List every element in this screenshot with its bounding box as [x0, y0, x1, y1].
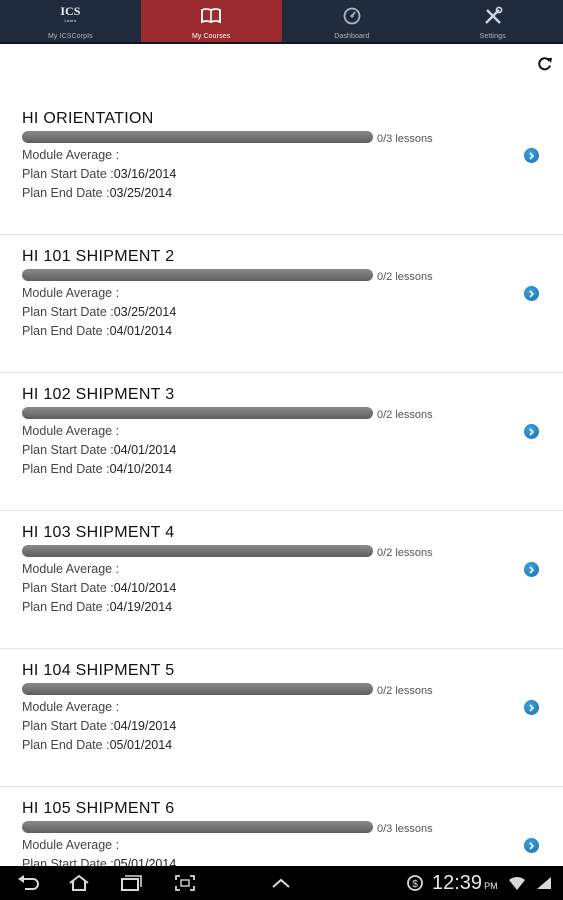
system-navigation-bar: $ 12:39 PM: [0, 866, 563, 900]
course-item[interactable]: HI 105 SHIPMENT 6 0/3 lessons Module Ave…: [0, 787, 563, 866]
plan-end-date: Plan End Date :03/25/2014: [22, 186, 173, 200]
progress-bar: [22, 545, 373, 557]
wrench-screwdriver-icon: [483, 5, 503, 27]
dashboard-gauge-icon: [342, 5, 362, 27]
chevron-right-icon[interactable]: [524, 148, 539, 163]
course-item[interactable]: HI 102 SHIPMENT 3 0/2 lessons Module Ave…: [0, 373, 563, 511]
tab-my-courses[interactable]: My Courses: [140, 0, 282, 42]
course-item[interactable]: HI 103 SHIPMENT 4 0/2 lessons Module Ave…: [0, 511, 563, 649]
tab-label: Dashboard: [334, 33, 370, 40]
course-list: HI ORIENTATION 0/3 lessons Module Averag…: [0, 46, 563, 866]
course-title: HI 102 SHIPMENT 3: [22, 386, 175, 403]
chevron-right-icon[interactable]: [524, 424, 539, 439]
course-item[interactable]: HI ORIENTATION 0/3 lessons Module Averag…: [0, 97, 563, 235]
back-icon[interactable]: [16, 873, 42, 893]
menu-up-icon[interactable]: [268, 873, 294, 893]
home-icon[interactable]: [66, 873, 92, 893]
chevron-right-icon[interactable]: [524, 700, 539, 715]
course-title: HI 105 SHIPMENT 6: [22, 800, 175, 817]
plan-start-date: Plan Start Date :04/19/2014: [22, 719, 177, 733]
chevron-right-icon[interactable]: [524, 562, 539, 577]
module-average: Module Average :: [22, 700, 120, 714]
tab-label: Settings: [479, 33, 506, 40]
battery-icon: [533, 873, 555, 893]
course-title: HI ORIENTATION: [22, 110, 154, 127]
progress-bar: [22, 821, 373, 833]
module-average: Module Average :: [22, 562, 120, 576]
plan-end-date: Plan End Date :05/01/2014: [22, 738, 173, 752]
book-icon: [200, 5, 222, 27]
lessons-count: 0/2 lessons: [377, 271, 433, 283]
tab-my-icscorpis[interactable]: ICS Learn My ICSCorpIs: [0, 0, 141, 42]
tab-label: My ICSCorpIs: [47, 33, 93, 40]
plan-start-date: Plan Start Date :04/10/2014: [22, 581, 177, 595]
recent-apps-icon[interactable]: [118, 873, 144, 893]
lessons-count: 0/2 lessons: [377, 547, 433, 559]
plan-start-date: Plan Start Date :05/01/2014: [22, 857, 177, 866]
course-title: HI 103 SHIPMENT 4: [22, 524, 175, 541]
screenshot-icon[interactable]: [172, 873, 198, 893]
tab-label: My Courses: [191, 33, 231, 40]
module-average: Module Average :: [22, 148, 120, 162]
chevron-right-icon[interactable]: [524, 838, 539, 853]
progress-bar: [22, 131, 373, 143]
module-average: Module Average :: [22, 286, 120, 300]
plan-start-date: Plan Start Date :03/16/2014: [22, 167, 177, 181]
course-title: HI 101 SHIPMENT 2: [22, 248, 175, 265]
notification-icon[interactable]: $: [404, 873, 426, 893]
refresh-icon[interactable]: [537, 56, 553, 72]
plan-end-date: Plan End Date :04/19/2014: [22, 600, 173, 614]
module-average: Module Average :: [22, 838, 120, 852]
plan-end-date: Plan End Date :04/01/2014: [22, 324, 173, 338]
tab-settings[interactable]: Settings: [422, 0, 563, 42]
course-title: HI 104 SHIPMENT 5: [22, 662, 175, 679]
lessons-count: 0/3 lessons: [377, 133, 433, 145]
progress-bar: [22, 683, 373, 695]
course-item[interactable]: HI 101 SHIPMENT 2 0/2 lessons Module Ave…: [0, 235, 563, 373]
plan-start-date: Plan Start Date :04/01/2014: [22, 443, 177, 457]
lessons-count: 0/2 lessons: [377, 409, 433, 421]
svg-text:$: $: [412, 879, 418, 890]
course-item[interactable]: HI 104 SHIPMENT 5 0/2 lessons Module Ave…: [0, 649, 563, 787]
lessons-count: 0/3 lessons: [377, 823, 433, 835]
plan-start-date: Plan Start Date :03/25/2014: [22, 305, 177, 319]
plan-end-date: Plan End Date :04/10/2014: [22, 462, 173, 476]
clock: 12:39 PM: [432, 872, 498, 894]
chevron-right-icon[interactable]: [524, 286, 539, 301]
module-average: Module Average :: [22, 424, 120, 438]
progress-bar: [22, 269, 373, 281]
wifi-icon: [506, 873, 528, 893]
top-tab-bar: ICS Learn My ICSCorpIs My Courses Dashboa…: [0, 0, 563, 44]
progress-bar: [22, 407, 373, 419]
ics-logo-icon: ICS Learn: [60, 4, 81, 23]
tab-dashboard[interactable]: Dashboard: [282, 0, 423, 42]
lessons-count: 0/2 lessons: [377, 685, 433, 697]
